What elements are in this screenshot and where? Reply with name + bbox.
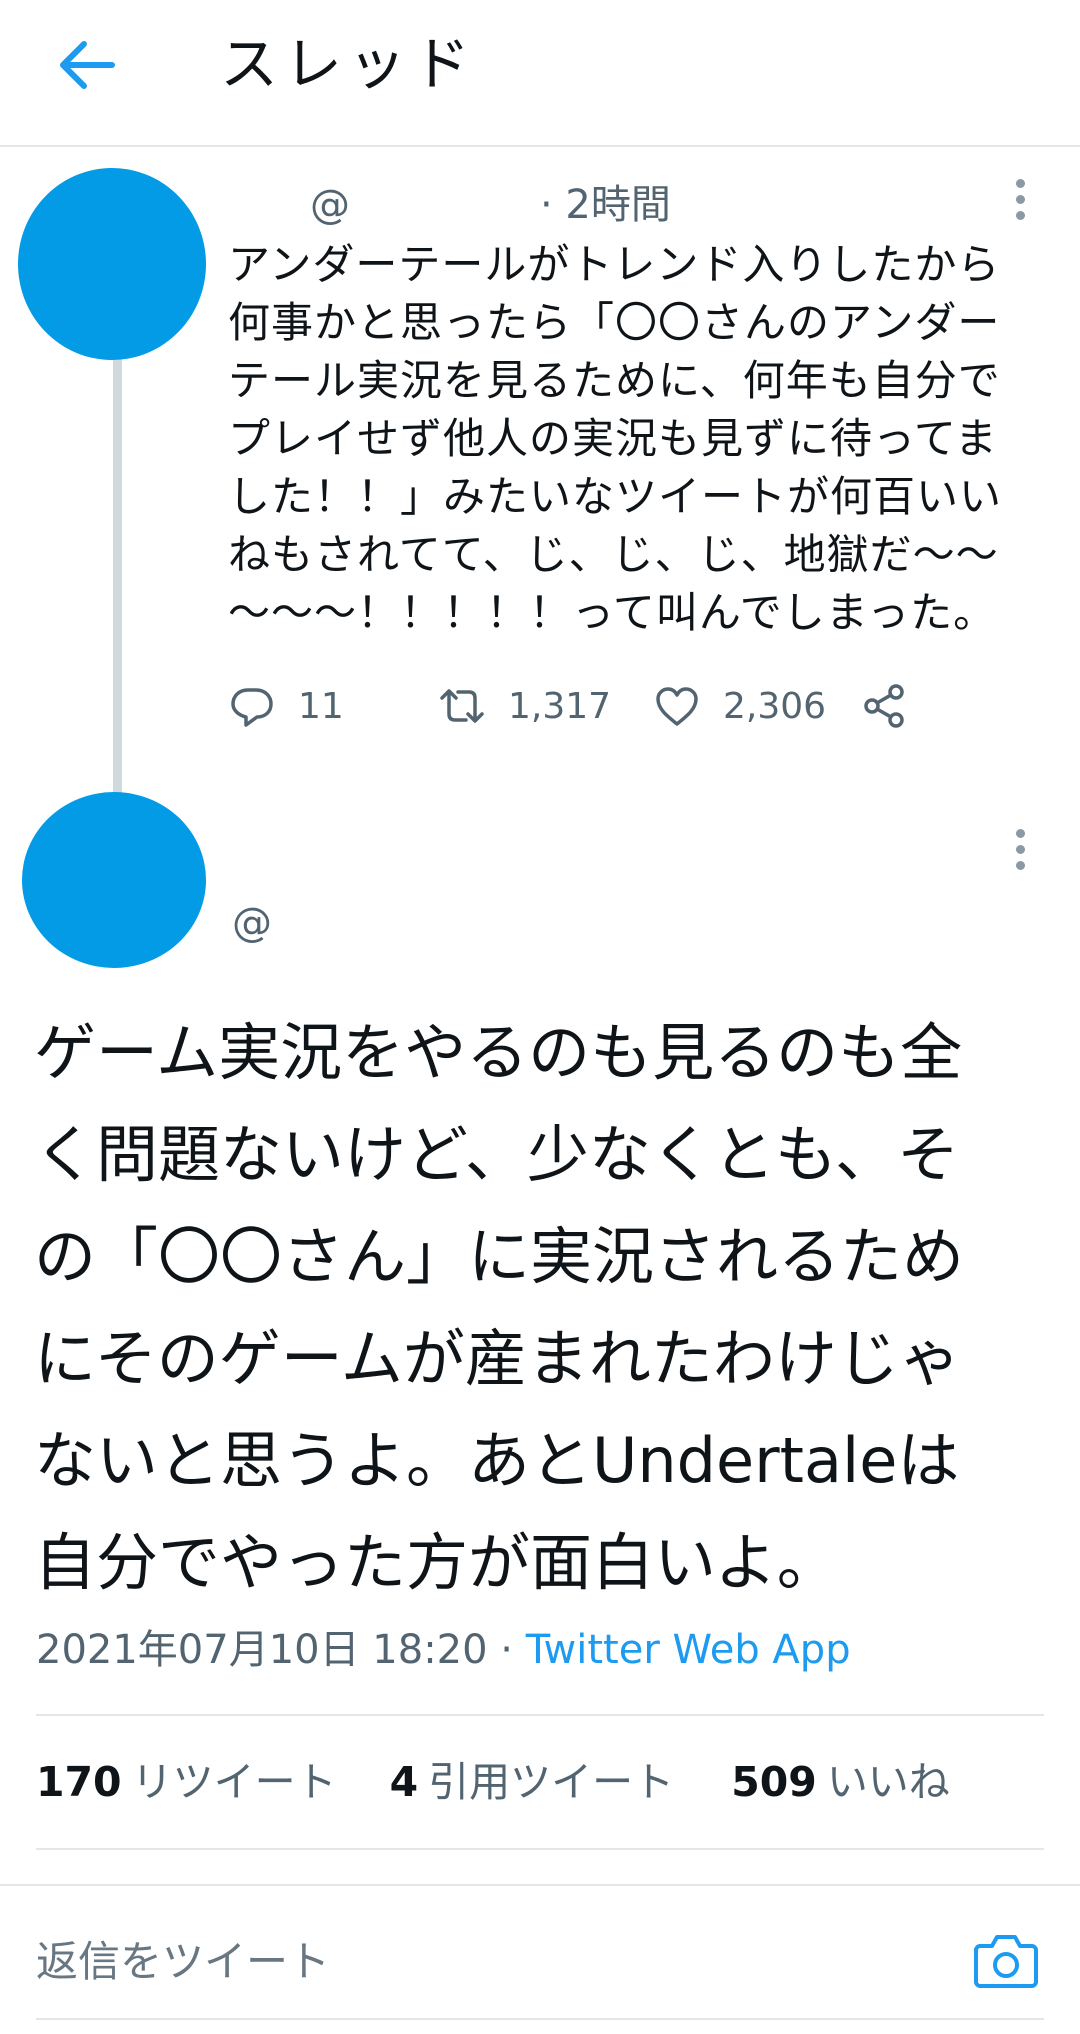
likes-stat[interactable]: 509 いいね xyxy=(731,1752,950,1812)
retweets-stat[interactable]: 170 リツイート xyxy=(36,1752,337,1812)
retweet-button[interactable]: 1,317 xyxy=(438,676,611,736)
retweet-icon xyxy=(440,689,484,723)
share-icon xyxy=(864,684,904,728)
user-handle[interactable]: @ xyxy=(310,180,540,230)
thread-connector-line xyxy=(113,358,122,796)
retweets-stat-count: 170 xyxy=(36,1758,122,1806)
tweet-time: · 2時間 xyxy=(540,182,671,228)
reply-input[interactable] xyxy=(36,1926,736,1996)
share-button[interactable] xyxy=(860,676,908,736)
quotes-stat-label: 引用ツイート xyxy=(428,1758,675,1806)
tweet-text: アンダーテールがトレンド入りしたから 何事かと思ったら「〇〇さんのアンダー テー… xyxy=(228,240,1003,637)
page-title: スレッド xyxy=(220,30,477,98)
reply-icon xyxy=(231,688,273,727)
tweet-text: ゲーム実況をやるのも見るのも全 く問題ないけど、少なくとも、そ の「〇〇さん」に… xyxy=(34,1016,965,1599)
divider xyxy=(36,1848,1044,1850)
tweet-meta: 2021年07月10日 18:20 · Twitter Web App xyxy=(36,1622,851,1678)
retweets-stat-label: リツイート xyxy=(131,1758,337,1806)
divider xyxy=(36,2018,1044,2020)
tweet-actions: 11 1,317 2,306 xyxy=(228,676,928,736)
tweet-timestamp: 2021年07月10日 18:20 · xyxy=(36,1627,526,1673)
reply-button[interactable]: 11 xyxy=(228,676,344,736)
tweet-source-link[interactable]: Twitter Web App xyxy=(526,1627,851,1673)
user-handle[interactable]: @ xyxy=(232,898,272,948)
likes-stat-count: 509 xyxy=(731,1758,817,1806)
reply-count: 11 xyxy=(298,685,344,727)
more-options-icon[interactable] xyxy=(1000,822,1040,882)
avatar[interactable] xyxy=(18,168,206,360)
avatar[interactable] xyxy=(22,792,206,968)
quotes-stat-count: 4 xyxy=(389,1758,419,1806)
heart-icon xyxy=(656,687,698,726)
tweet-author-row: @ · 2時間 xyxy=(310,180,671,230)
quotes-stat[interactable]: 4 引用ツイート xyxy=(390,1752,675,1812)
top-bar: スレッド xyxy=(0,0,1080,147)
likes-stat-label: いいね xyxy=(826,1758,950,1806)
like-count: 2,306 xyxy=(723,685,827,727)
more-options-icon[interactable] xyxy=(1000,172,1040,232)
tweet-stats: 170 リツイート 4 引用ツイート 509 いいね xyxy=(36,1752,950,1812)
like-button[interactable]: 2,306 xyxy=(653,676,826,736)
divider xyxy=(36,1714,1044,1716)
arrow-left-icon[interactable] xyxy=(52,30,122,100)
compose-bar-border xyxy=(0,1884,1080,1886)
retweet-count: 1,317 xyxy=(508,685,612,727)
camera-icon[interactable] xyxy=(972,1928,1040,1992)
